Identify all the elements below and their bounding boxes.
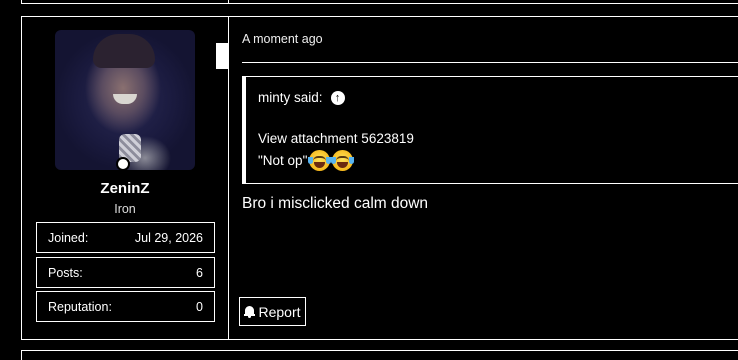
header-divider [242, 62, 738, 63]
stat-value: 6 [196, 266, 203, 280]
stat-value: Jul 29, 2026 [134, 231, 203, 245]
stat-label: Joined: [48, 231, 89, 245]
stat-label: Reputation: [48, 300, 112, 314]
previous-post-divider [228, 0, 229, 4]
next-post-frame [21, 350, 738, 360]
stat-value: 0 [196, 300, 203, 314]
avatar-smile [113, 94, 137, 104]
user-rank: Iron [114, 202, 136, 216]
avatar[interactable] [55, 30, 195, 170]
online-status-icon [116, 157, 130, 171]
previous-post-frame [21, 0, 738, 4]
bell-icon [244, 305, 256, 318]
post-pointer-marker [216, 43, 228, 69]
report-label: Report [258, 303, 301, 320]
avatar-hair [93, 34, 155, 68]
quote-text: "Not op" [258, 153, 308, 168]
user-column-divider [228, 16, 229, 340]
report-button[interactable]: Report [239, 297, 306, 326]
stat-reputation: Reputation: 0 [36, 291, 215, 322]
face-with-tears-of-joy-icon [331, 150, 355, 171]
face-with-tears-of-joy-icon [308, 150, 332, 171]
username[interactable]: ZeninZ [36, 180, 214, 197]
attachment-link[interactable]: View attachment 5623819 [258, 131, 414, 146]
quote-author: minty said: [258, 90, 323, 105]
post-message: Bro i misclicked calm down [242, 195, 429, 212]
post-timestamp[interactable]: A moment ago [242, 32, 323, 46]
stat-label: Posts: [48, 266, 83, 280]
stat-posts: Posts: 6 [36, 257, 215, 288]
arrow-up-circle-icon[interactable]: ↑ [330, 90, 345, 105]
stat-joined: Joined: Jul 29, 2026 [36, 222, 215, 253]
quote-text-row: "Not op" [258, 150, 355, 171]
quote-header: minty said: ↑ [258, 90, 345, 105]
